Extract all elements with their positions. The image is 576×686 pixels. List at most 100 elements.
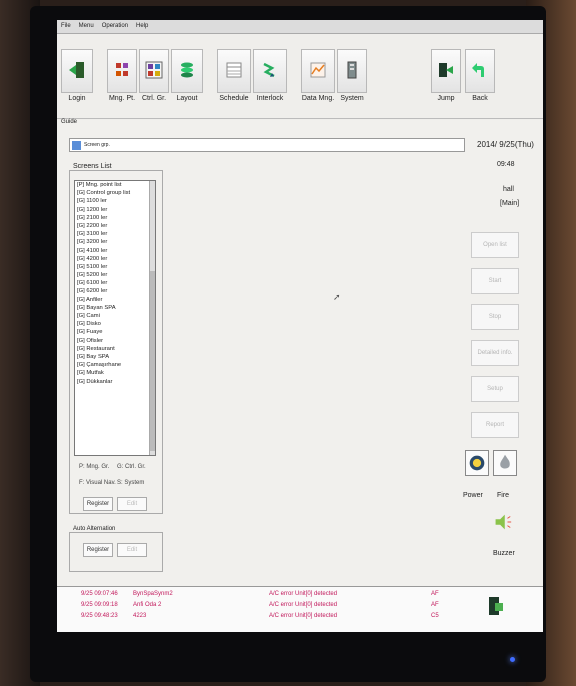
interlock-button[interactable]: Interlock <box>253 49 287 102</box>
auto-edit-button[interactable]: Edit <box>117 543 147 557</box>
legend-p: P: Mng. Gr. <box>79 464 110 470</box>
screens-register-button[interactable]: Register <box>83 497 113 511</box>
screens-list-scrollbar[interactable] <box>149 181 155 455</box>
screens-list-item[interactable]: [G] 2100 ler <box>75 214 155 222</box>
monitor-power-led <box>510 657 515 662</box>
location-label: hall <box>503 186 514 193</box>
interlock-icon <box>263 62 275 78</box>
screens-edit-button[interactable]: Edit <box>117 497 147 511</box>
mode-label: [Main] <box>500 200 520 207</box>
screens-list-item[interactable]: [G] Anfiler <box>75 296 155 304</box>
screens-list-item[interactable]: [G] Dükkanlar <box>75 378 155 386</box>
log-source: BynSpaSynm2 <box>133 591 173 597</box>
layout-icon <box>181 62 193 78</box>
power-icon <box>469 455 485 471</box>
legend-s: S: System <box>117 480 145 486</box>
system-icon <box>347 61 357 79</box>
screens-list-item[interactable]: [G] 3100 ler <box>75 230 155 238</box>
monitor-screen: File Menu Operation Help Login Mng. Pt. … <box>57 20 543 632</box>
screens-list-item[interactable]: [G] Cami <box>75 312 155 320</box>
screens-list-item[interactable]: [G] Çamaşırhane <box>75 361 155 369</box>
control-group-icon <box>145 61 163 79</box>
screens-list-item[interactable]: [G] Bayan SPA <box>75 304 155 312</box>
menu-file[interactable]: File <box>61 23 71 30</box>
current-date: 2014/ 9/25(Thu) <box>477 140 534 149</box>
setup-button[interactable]: Setup <box>471 376 519 402</box>
log-code: AF <box>431 591 439 597</box>
screens-list-item[interactable]: [G] 4100 ler <box>75 247 155 255</box>
screens-list-item[interactable]: [G] 3200 ler <box>75 238 155 246</box>
buzzer-icon <box>495 514 512 530</box>
ctrl-gr-button[interactable]: Ctrl. Gr. <box>139 49 169 102</box>
screens-list-item[interactable]: [G] 4200 ler <box>75 255 155 263</box>
screen-group-icon <box>72 141 81 150</box>
data-management-icon <box>310 62 326 78</box>
login-icon <box>69 62 84 78</box>
layout-button[interactable]: Layout <box>171 49 203 102</box>
alarm-log: 9/25 09:07:46 BynSpaSynm2 A/C error Unit… <box>57 586 543 632</box>
management-point-icon <box>116 63 128 76</box>
mng-pt-button[interactable]: Mng. Pt. <box>107 49 137 102</box>
log-message: A/C error Unit[0] detected <box>269 613 338 619</box>
screens-list-item[interactable]: [G] 5200 ler <box>75 271 155 279</box>
schedule-icon <box>226 62 242 78</box>
power-label: Power <box>463 492 483 499</box>
screens-list-item[interactable]: [G] Disko <box>75 320 155 328</box>
stop-button[interactable]: Stop <box>471 304 519 330</box>
scrollbar-thumb[interactable] <box>150 271 155 451</box>
jump-button[interactable]: Jump <box>431 49 461 102</box>
legend-g: G: Ctrl. Gr. <box>117 464 146 470</box>
screens-list-item[interactable]: [G] Mutfak <box>75 369 155 377</box>
start-button[interactable]: Start <box>471 268 519 294</box>
log-source: Anfi Oda 2 <box>133 602 162 608</box>
screen-group-bar: Screen grp. <box>69 138 465 152</box>
screens-list-item[interactable]: [G] Fuaye <box>75 328 155 336</box>
legend-f: F: Visual Nav. <box>79 480 116 486</box>
data-mng-button[interactable]: Data Mng. <box>301 49 335 102</box>
buzzer-label: Buzzer <box>493 550 515 557</box>
screens-list-item[interactable]: [G] 2200 ler <box>75 222 155 230</box>
screen-group-label: Screen grp. <box>84 142 110 148</box>
screens-list[interactable]: [P] Mng. point list [G] Control group lis… <box>74 180 156 456</box>
screens-list-item[interactable]: [G] 5100 ler <box>75 263 155 271</box>
report-button[interactable]: Report <box>471 412 519 438</box>
menu-bar: File Menu Operation Help <box>57 20 543 34</box>
screens-list-item[interactable]: [G] Restaurant <box>75 345 155 353</box>
mouse-cursor-icon: ➚ <box>333 292 341 302</box>
menu-help[interactable]: Help <box>136 23 148 30</box>
screens-list-item[interactable]: [G] 6100 ler <box>75 279 155 287</box>
current-time: 09:48 <box>497 161 515 168</box>
screens-list-item[interactable]: [P] Mng. point list <box>75 181 155 190</box>
auto-alternation-title: Auto Alternation <box>71 526 118 532</box>
menu-operation[interactable]: Operation <box>102 23 128 30</box>
log-message: A/C error Unit[0] detected <box>269 591 338 597</box>
screens-list-item[interactable]: [G] 6200 ler <box>75 287 155 295</box>
log-time: 9/25 09:48:23 <box>81 613 118 619</box>
toolbar: Login Mng. Pt. Ctrl. Gr. Layout Schedule… <box>57 34 543 120</box>
guide-bar: Guide <box>57 118 543 128</box>
screens-list-item[interactable]: [G] Bay SPA <box>75 353 155 361</box>
buzzer-button[interactable] <box>491 510 515 536</box>
log-code: C5 <box>431 613 439 619</box>
power-indicator[interactable] <box>465 450 489 476</box>
open-list-button[interactable]: Open list <box>471 232 519 258</box>
back-button[interactable]: Back <box>465 49 495 102</box>
menu-menu[interactable]: Menu <box>79 23 94 30</box>
log-time: 9/25 09:07:46 <box>81 591 118 597</box>
log-time: 9/25 09:09:18 <box>81 602 118 608</box>
fire-indicator[interactable] <box>493 450 517 476</box>
screens-list-item[interactable]: [G] Ofisler <box>75 337 155 345</box>
log-message: A/C error Unit[0] detected <box>269 602 338 608</box>
login-button[interactable]: Login <box>61 49 93 102</box>
log-code: AF <box>431 602 439 608</box>
screens-list-item[interactable]: [G] 1100 ler <box>75 197 155 205</box>
screens-list-item[interactable]: [G] 1200 ler <box>75 206 155 214</box>
detailed-info-button[interactable]: Detailed info. <box>471 340 519 366</box>
auto-register-button[interactable]: Register <box>83 543 113 557</box>
back-arrow-icon <box>472 63 484 77</box>
screens-list-title: Screens List <box>71 163 114 170</box>
schedule-button[interactable]: Schedule <box>217 49 251 102</box>
screens-list-item[interactable]: [G] Control group list <box>75 189 155 197</box>
jump-icon <box>439 63 453 77</box>
system-button[interactable]: System <box>337 49 367 102</box>
